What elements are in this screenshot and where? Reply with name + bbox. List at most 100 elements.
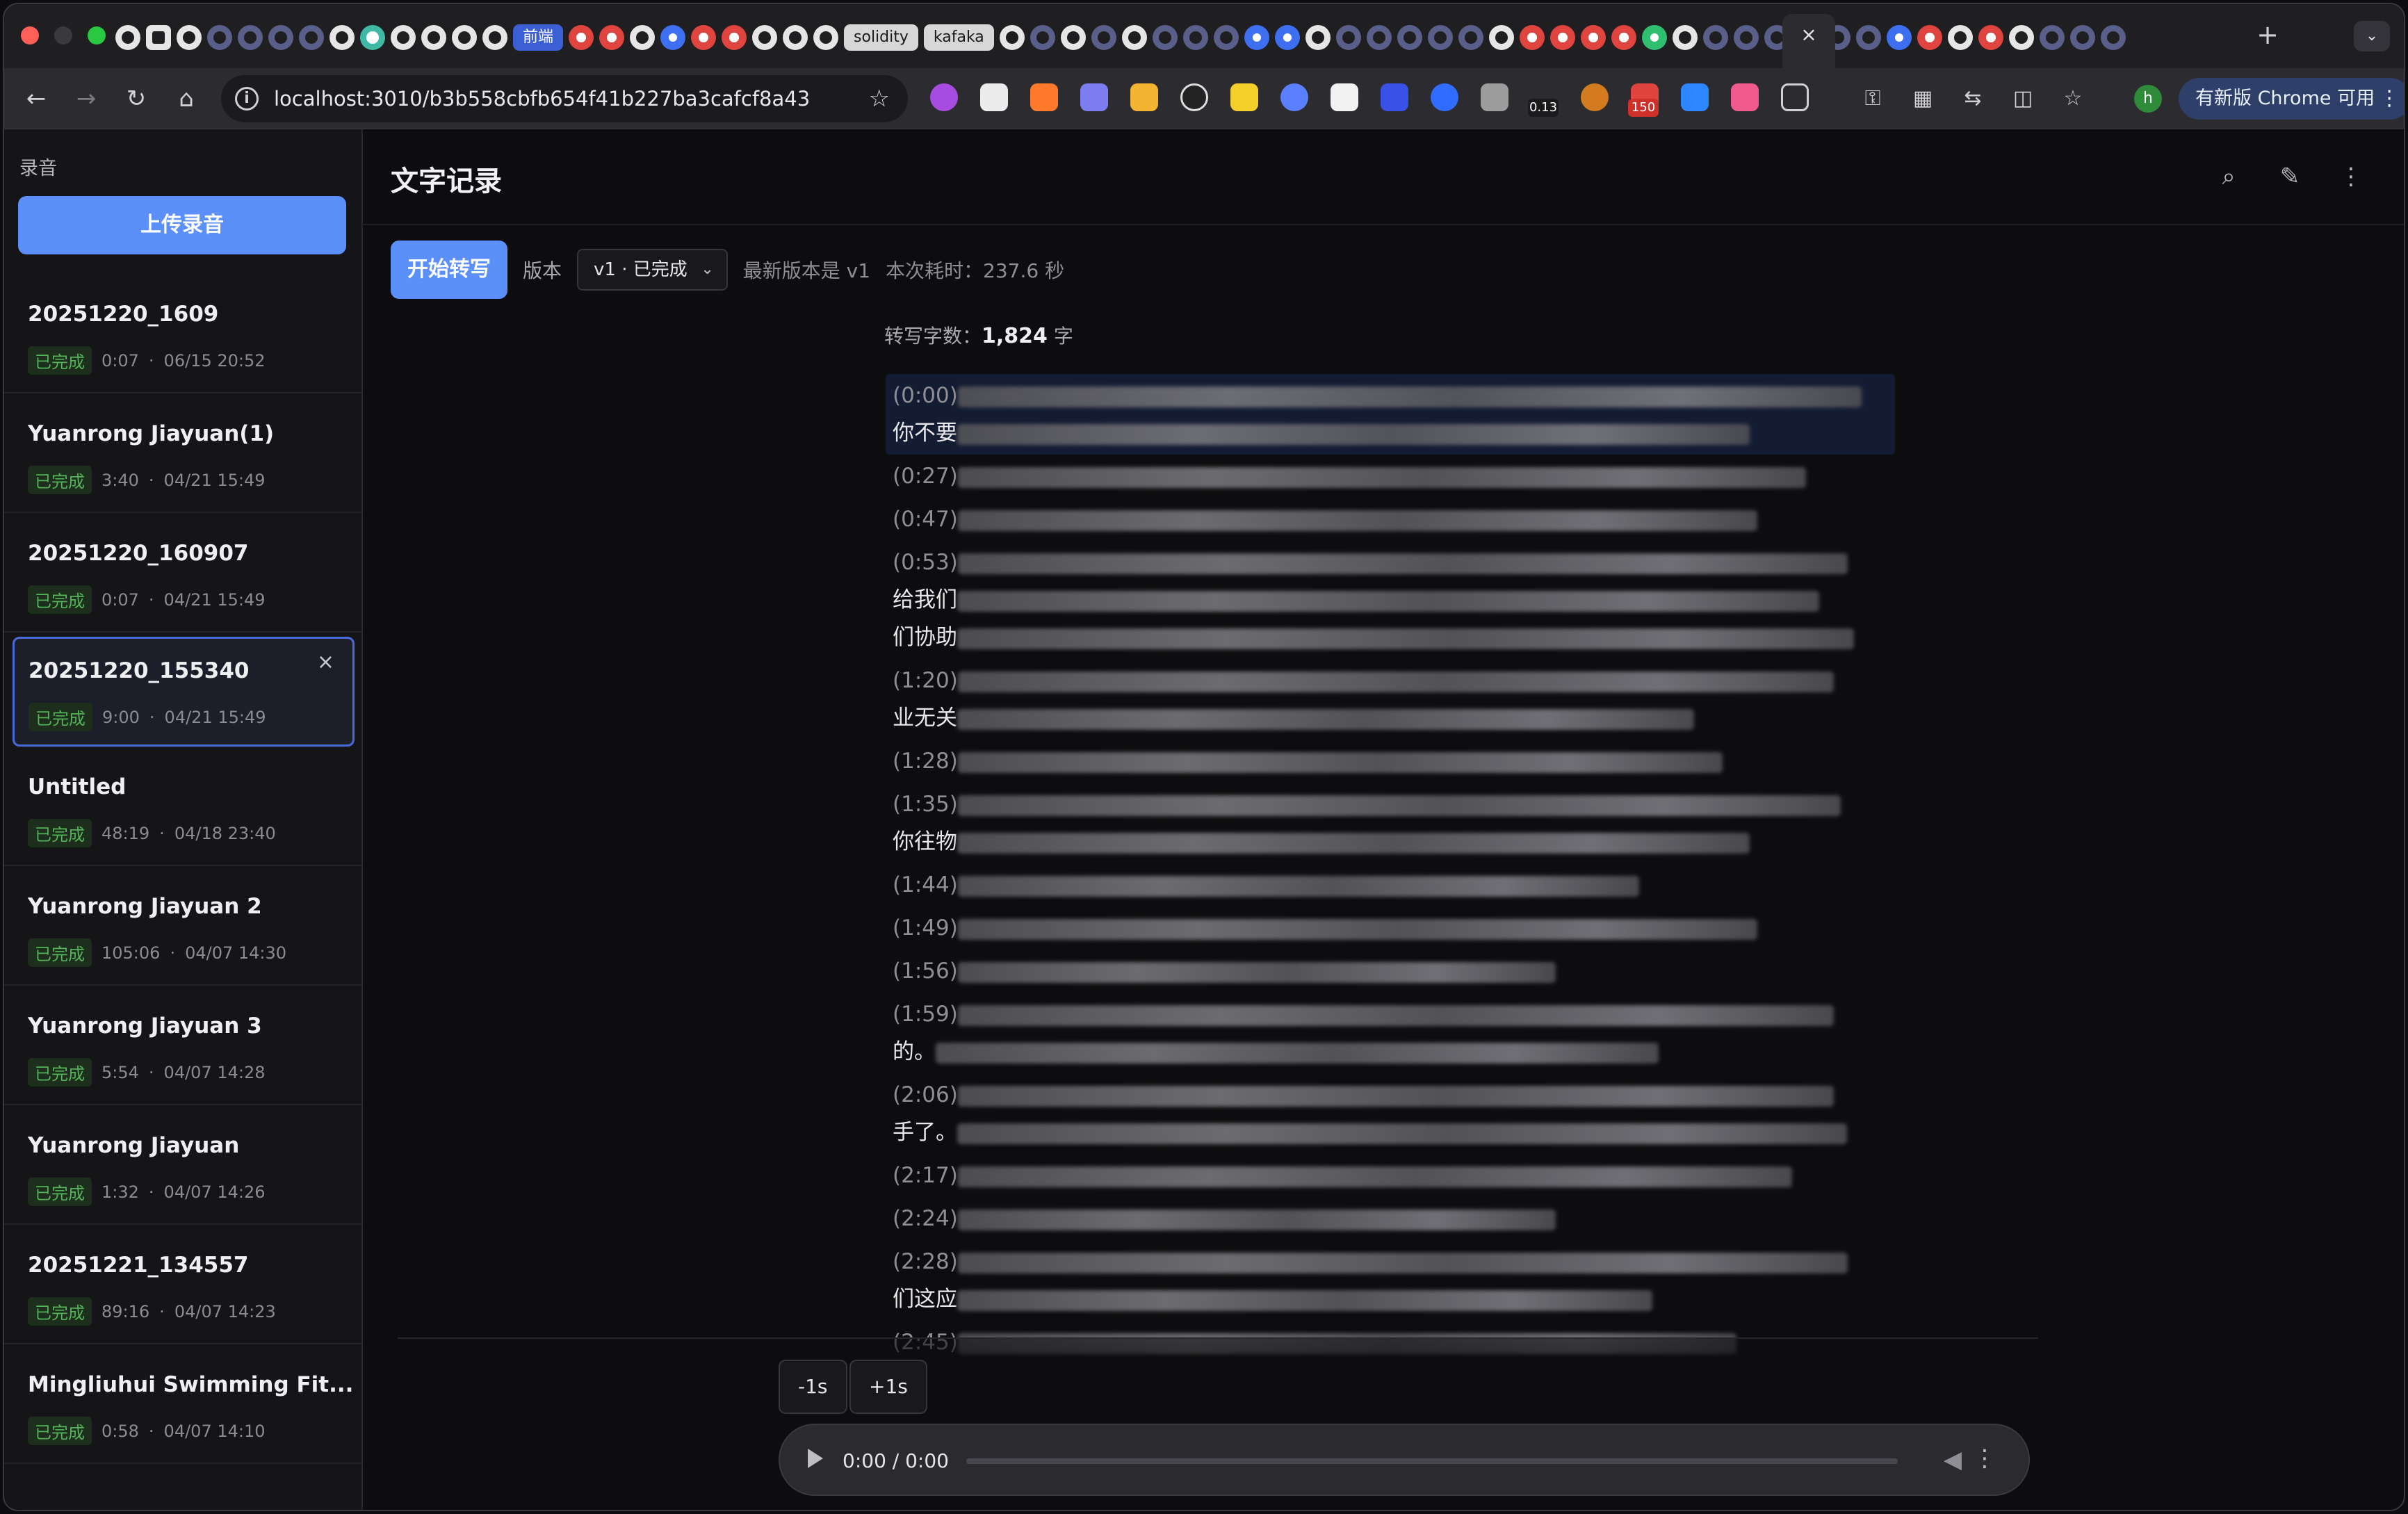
bookmark-star-icon[interactable]: ☆ — [869, 75, 890, 122]
tab-close-icon[interactable]: × — [1796, 22, 1821, 47]
segment-timestamp[interactable]: (1:59) — [893, 1002, 958, 1027]
pinned-tab-favicon-icon[interactable] — [1121, 25, 1147, 50]
skip-back-button[interactable]: -1s — [779, 1360, 847, 1414]
transcript-segment[interactable]: (2:06) 手了。 — [886, 1073, 1895, 1154]
segment-timestamp[interactable]: (1:56) — [893, 959, 958, 984]
back-icon[interactable]: ← — [19, 82, 53, 115]
translate-icon[interactable]: ⇆ — [1958, 83, 1988, 114]
pinned-tab-favicon-icon[interactable] — [207, 25, 232, 50]
player-more-icon[interactable]: ⋮ — [1973, 1444, 1996, 1472]
segment-timestamp[interactable]: (0:53) — [893, 550, 958, 575]
transcript-segment[interactable]: (0:00) 你不要 — [886, 374, 1895, 455]
pinned-tab-favicon-icon[interactable] — [1855, 25, 1881, 50]
transcript-segment[interactable]: (2:28) 们这应 — [886, 1240, 1895, 1321]
recording-item[interactable]: 20251220_1609 已完成 0:07 · 06/15 20:52 — [4, 274, 363, 393]
pinned-tab-favicon-icon[interactable] — [452, 25, 477, 50]
pinned-tab-favicon-icon[interactable] — [1213, 25, 1239, 50]
pinned-tab-favicon-icon[interactable] — [813, 25, 839, 50]
pinned-tab-chip[interactable]: solidity — [844, 24, 918, 51]
pinned-tab-favicon-icon[interactable] — [1335, 25, 1361, 50]
bookmarks-icon[interactable]: ☆ — [2058, 83, 2088, 114]
pinned-tab-favicon-icon[interactable] — [115, 25, 140, 50]
forward-icon[interactable]: → — [70, 82, 103, 115]
pinned-tab-favicon-icon[interactable] — [1702, 25, 1728, 50]
home-icon[interactable]: ⌂ — [170, 82, 203, 115]
segment-timestamp[interactable]: (2:17) — [893, 1163, 958, 1188]
pinned-tab-favicon-icon[interactable] — [1733, 25, 1759, 50]
pinned-tab-favicon-icon[interactable] — [2008, 25, 2034, 50]
site-info-icon[interactable]: i — [235, 87, 259, 111]
extension-icon[interactable] — [1230, 83, 1258, 111]
pinned-tab-favicon-icon[interactable] — [238, 25, 263, 50]
pinned-tab-chip[interactable]: 前端 — [513, 24, 564, 51]
extension-icon[interactable] — [1080, 83, 1108, 111]
recording-item-selected[interactable]: 20251220_155340 已完成 9:00 · 04/21 15:49 × — [13, 637, 355, 747]
pinned-tab-favicon-icon[interactable] — [146, 25, 171, 50]
extension-icon[interactable] — [1130, 83, 1158, 111]
extension-icon[interactable] — [1431, 83, 1458, 111]
pinned-tab-favicon-icon[interactable] — [299, 25, 324, 50]
address-text[interactable]: localhost:3010/b3b558cbfb654f41b227ba3ca… — [274, 75, 810, 122]
extension-icon[interactable] — [1280, 83, 1308, 111]
transcript-segment[interactable]: (1:20) 业无关 — [886, 659, 1895, 740]
close-icon[interactable]: × — [317, 650, 334, 674]
pinned-tab-favicon-icon[interactable] — [999, 25, 1025, 50]
pinned-tab-favicon-icon[interactable] — [1152, 25, 1178, 50]
segment-timestamp[interactable]: (1:49) — [893, 915, 958, 941]
chrome-update-button[interactable]: 有新版 Chrome 可用 ⋮ — [2179, 78, 2404, 120]
search-icon[interactable]: ⌕ — [2212, 160, 2245, 193]
extension-icon[interactable] — [1681, 83, 1709, 111]
recording-item[interactable]: 20251221_134557 已完成 89:16 · 04/07 14:23 — [4, 1225, 363, 1344]
pinned-tab-favicon-icon[interactable] — [1030, 25, 1055, 50]
segment-timestamp[interactable]: (0:47) — [893, 507, 958, 532]
pinned-tab-favicon-icon[interactable] — [1672, 25, 1698, 50]
pinned-tab-favicon-icon[interactable] — [691, 25, 717, 50]
qr-code-icon[interactable]: ▦ — [1907, 83, 1938, 114]
recording-item[interactable]: Mingliuhui Swimming Fit... 已完成 0:58 · 04/07 … — [4, 1344, 363, 1464]
pinned-tab-favicon-icon[interactable] — [1305, 25, 1331, 50]
extension-icon[interactable] — [1381, 83, 1408, 111]
pinned-tab-favicon-icon[interactable] — [1611, 25, 1636, 50]
transcript-segment[interactable]: (1:49) — [886, 906, 1895, 950]
segment-timestamp[interactable]: (0:00) — [893, 383, 958, 408]
pinned-tab-favicon-icon[interactable] — [1519, 25, 1545, 50]
recording-item[interactable]: Yuanrong Jiayuan 3 已完成 5:54 · 04/07 14:28 — [4, 986, 363, 1105]
pinned-tab-favicon-icon[interactable] — [2069, 25, 2095, 50]
pinned-tab-favicon-icon[interactable] — [722, 25, 747, 50]
passwords-key-icon[interactable]: ⚿ — [1857, 83, 1888, 114]
play-icon[interactable] — [808, 1449, 823, 1468]
extension-icon[interactable]: 150 — [1628, 83, 1659, 117]
pinned-tab-favicon-icon[interactable] — [1886, 25, 1912, 50]
pinned-tab-favicon-icon[interactable] — [360, 25, 385, 50]
close-window-icon[interactable] — [21, 26, 39, 44]
segment-timestamp[interactable]: (1:44) — [893, 872, 958, 897]
pinned-tab-favicon-icon[interactable] — [177, 25, 202, 50]
pinned-tab-favicon-icon[interactable] — [1917, 25, 1942, 50]
segment-timestamp[interactable]: (1:28) — [893, 749, 958, 774]
pinned-tab-favicon-icon[interactable] — [1182, 25, 1208, 50]
transcript-segment[interactable]: (0:47) — [886, 498, 1895, 541]
pinned-tab-favicon-icon[interactable] — [660, 25, 686, 50]
pinned-tab-favicon-icon[interactable] — [1641, 25, 1667, 50]
transcript-segment[interactable]: (1:56) — [886, 950, 1895, 993]
pinned-tab-favicon-icon[interactable] — [1458, 25, 1483, 50]
extension-icon[interactable]: 0.13 — [1528, 83, 1559, 117]
pinned-tab-favicon-icon[interactable] — [752, 25, 778, 50]
segment-timestamp[interactable]: (2:28) — [893, 1249, 958, 1274]
segment-timestamp[interactable]: (1:35) — [893, 792, 958, 817]
edit-pencil-icon[interactable]: ✎ — [2273, 160, 2307, 193]
extensions-puzzle-icon[interactable] — [1781, 83, 1809, 111]
transcript-segment[interactable]: (1:59) 的。 — [886, 993, 1895, 1073]
pinned-tab-favicon-icon[interactable] — [1549, 25, 1575, 50]
pinned-tab-favicon-icon[interactable] — [1488, 25, 1514, 50]
transcript-segment[interactable]: (1:28) — [886, 740, 1895, 783]
extension-icon[interactable] — [1331, 83, 1358, 111]
transcript-segment[interactable]: (2:17) — [886, 1154, 1895, 1197]
pinned-tab-favicon-icon[interactable] — [569, 25, 594, 50]
skip-forward-button[interactable]: +1s — [849, 1360, 927, 1414]
pinned-tab-favicon-icon[interactable] — [1366, 25, 1392, 50]
upload-recording-button[interactable]: 上传录音 — [18, 196, 346, 254]
tab-search-button[interactable]: ⌄ — [2354, 21, 2390, 51]
transcript-segment[interactable]: (0:53) 给我们 们协助 — [886, 541, 1895, 659]
version-select[interactable]: v1 · 已完成 ⌄ — [577, 249, 728, 291]
